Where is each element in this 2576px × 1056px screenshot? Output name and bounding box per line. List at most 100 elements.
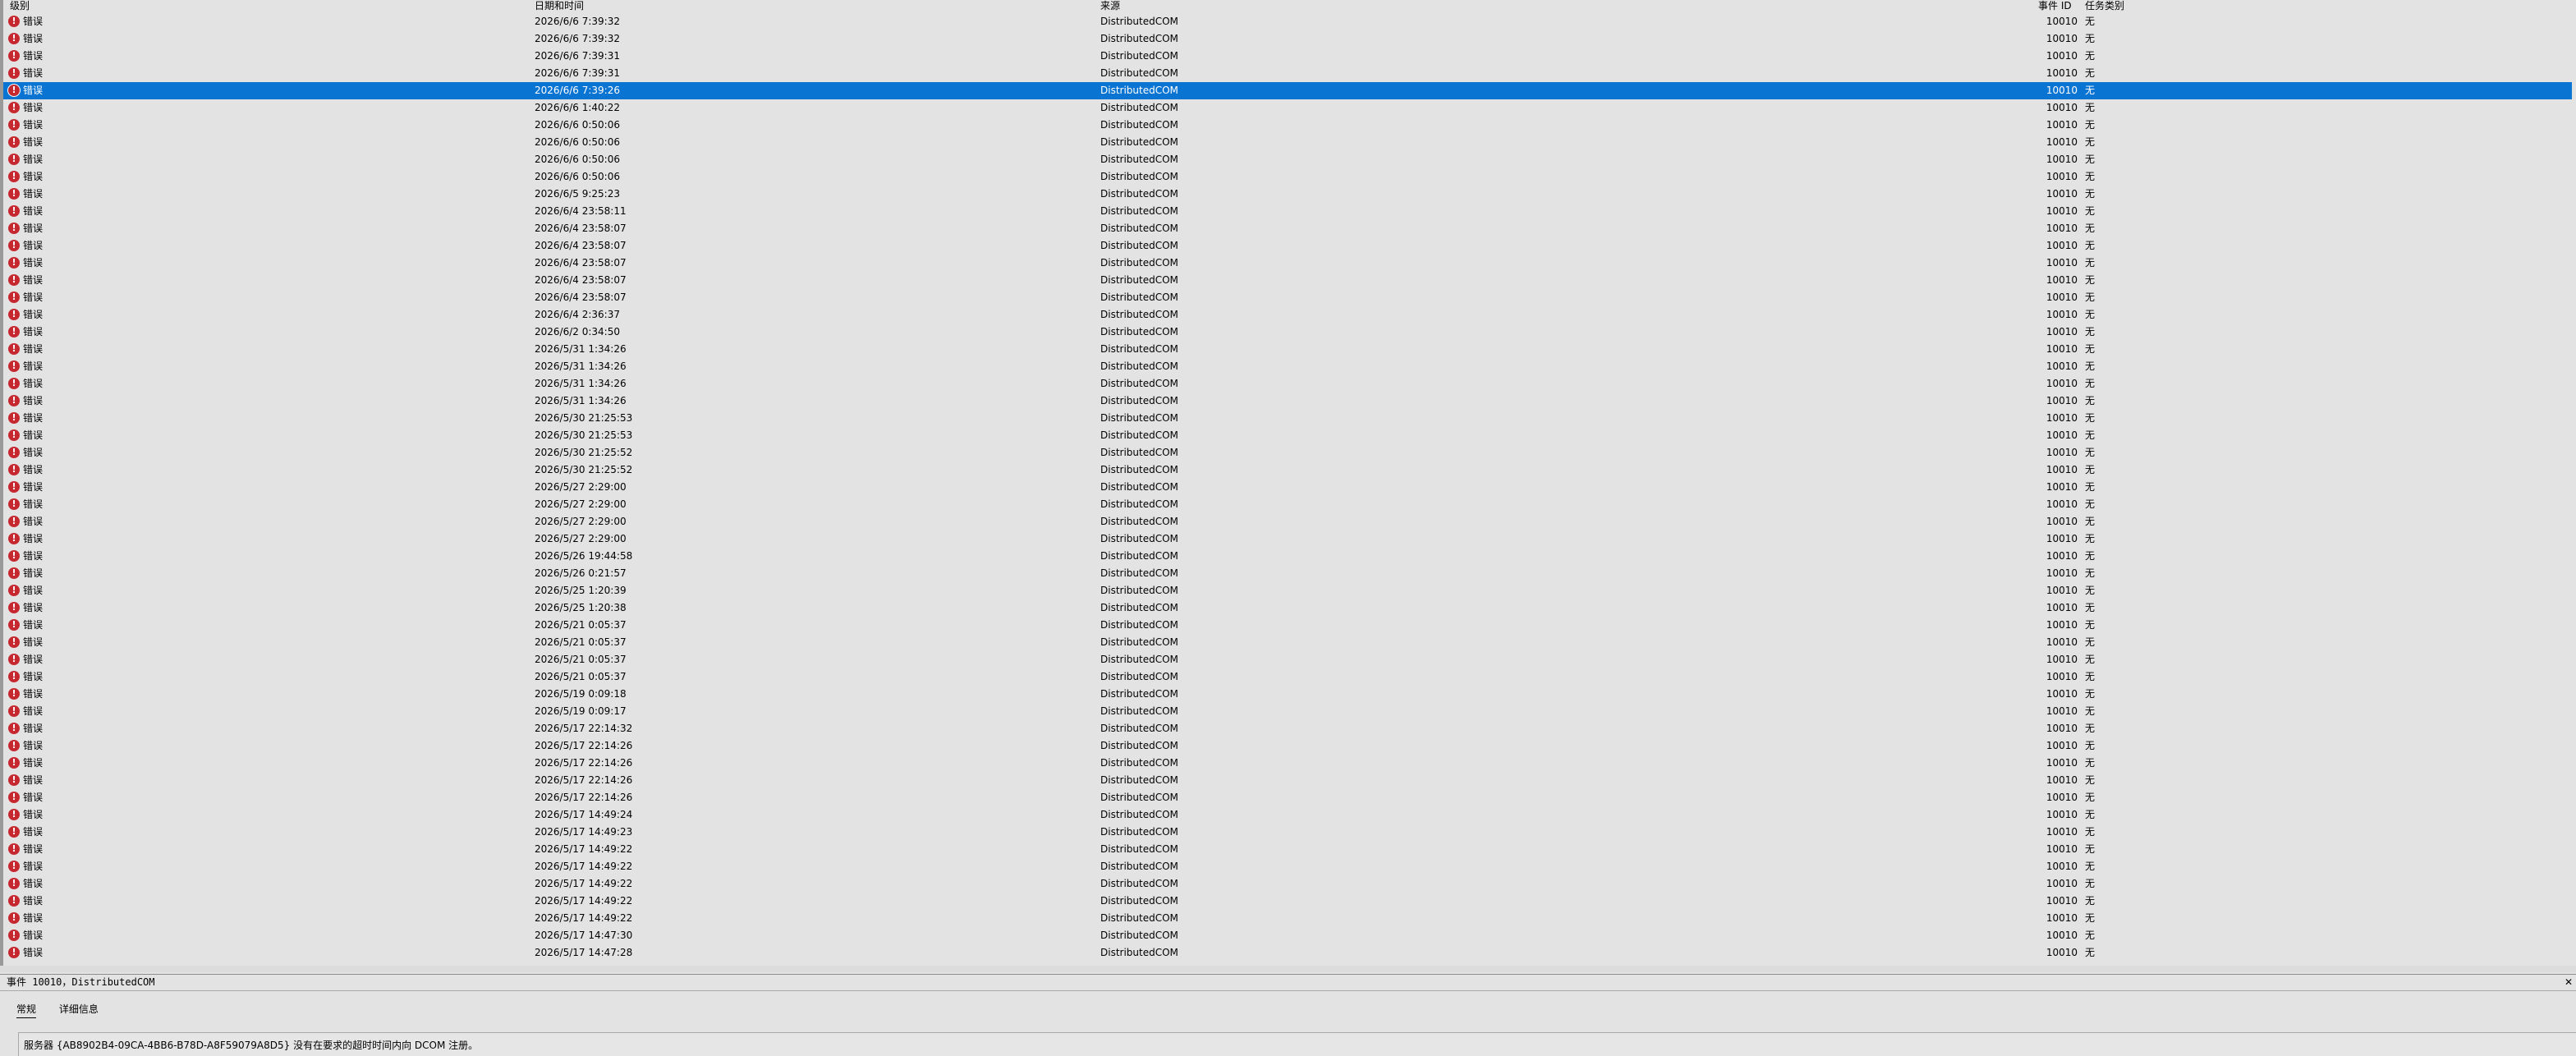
error-icon: !	[8, 498, 20, 510]
cell-event-id: 10010	[2046, 292, 2078, 303]
table-row[interactable]: ! 错误 2026/5/30 21:25:53 DistributedCOM 10010…	[3, 410, 2572, 427]
table-row[interactable]: ! 错误 2026/5/17 22:14:32 DistributedCOM 10010…	[3, 720, 2572, 737]
table-row[interactable]: ! 错误 2026/5/31 1:34:26 DistributedCOM 10010 无	[3, 393, 2572, 410]
cell-date: 2026/5/17 14:47:28	[535, 947, 633, 958]
column-task[interactable]: 任务类别	[2085, 0, 2124, 11]
table-row[interactable]: ! 错误 2026/6/6 7:39:32 DistributedCOM 10010 无	[3, 30, 2572, 48]
table-row[interactable]: ! 错误 2026/5/17 14:49:22 DistributedCOM 10010…	[3, 893, 2572, 910]
cell-level: 错误	[23, 654, 44, 665]
cell-task: 无	[2085, 774, 2096, 786]
message-box[interactable]: 服务器 {AB8902B4-09CA-4BB6-B78D-A8F59079A8D…	[18, 1032, 2576, 1056]
table-row[interactable]: ! 错误 2026/5/17 22:14:26 DistributedCOM 10010…	[3, 737, 2572, 755]
table-row[interactable]: ! 错误 2026/5/17 14:49:22 DistributedCOM 10010…	[3, 858, 2572, 875]
cell-level: 错误	[23, 585, 44, 596]
column-event-id[interactable]: 事件 ID	[2038, 0, 2072, 11]
cell-source: DistributedCOM	[1100, 119, 1178, 131]
table-row[interactable]: ! 错误 2026/6/6 0:50:06 DistributedCOM 10010 无	[3, 168, 2572, 186]
cell-event-id: 10010	[2046, 688, 2078, 700]
horizontal-scrollbar[interactable]	[0, 966, 2576, 972]
table-row[interactable]: ! 错误 2026/5/21 0:05:37 DistributedCOM 10010 无	[3, 634, 2572, 651]
cell-source: DistributedCOM	[1100, 740, 1178, 751]
table-row[interactable]: ! 错误 2026/5/31 1:34:26 DistributedCOM 10010 无	[3, 375, 2572, 393]
table-row[interactable]: ! 错误 2026/5/30 21:25:52 DistributedCOM 10010…	[3, 461, 2572, 479]
tab-general[interactable]: 常规	[16, 1001, 37, 1018]
table-row[interactable]: ! 错误 2026/5/26 19:44:58 DistributedCOM 10010…	[3, 548, 2572, 565]
table-row[interactable]: ! 错误 2026/5/27 2:29:00 DistributedCOM 10010 无	[3, 513, 2572, 530]
table-row[interactable]: ! 错误 2026/5/25 1:20:38 DistributedCOM 10010 无	[3, 599, 2572, 617]
table-row[interactable]: ! 错误 2026/6/4 23:58:07 DistributedCOM 10010 无	[3, 220, 2572, 237]
cell-level: 错误	[23, 171, 44, 182]
cell-date: 2026/6/4 2:36:37	[535, 309, 620, 320]
table-row[interactable]: ! 错误 2026/6/6 7:39:31 DistributedCOM 10010 无	[3, 65, 2572, 82]
table-row[interactable]: ! 错误 2026/5/17 22:14:26 DistributedCOM 10010…	[3, 789, 2572, 806]
table-row[interactable]: ! 错误 2026/5/30 21:25:53 DistributedCOM 10010…	[3, 427, 2572, 444]
table-row[interactable]: ! 错误 2026/6/4 2:36:37 DistributedCOM 10010 无	[3, 306, 2572, 324]
error-icon: !	[8, 154, 20, 165]
table-row[interactable]: ! 错误 2026/6/4 23:58:07 DistributedCOM 10010 无	[3, 272, 2572, 289]
table-row[interactable]: ! 错误 2026/5/19 0:09:18 DistributedCOM 10010 无	[3, 686, 2572, 703]
error-icon: !	[8, 223, 20, 234]
table-row[interactable]: ! 错误 2026/6/4 23:58:07 DistributedCOM 10010 无	[3, 237, 2572, 255]
table-row[interactable]: ! 错误 2026/5/17 14:47:30 DistributedCOM 10010…	[3, 927, 2572, 944]
cell-source: DistributedCOM	[1100, 136, 1178, 148]
table-row[interactable]: ! 错误 2026/5/17 14:49:23 DistributedCOM 10010…	[3, 824, 2572, 841]
cell-event-id: 10010	[2046, 740, 2078, 751]
cell-date: 2026/5/17 22:14:26	[535, 774, 633, 786]
cell-source: DistributedCOM	[1100, 85, 1178, 96]
table-row[interactable]: ! 错误 2026/5/26 0:21:57 DistributedCOM 10010 无	[3, 565, 2572, 582]
table-row[interactable]: ! 错误 2026/5/17 14:49:24 DistributedCOM 10010…	[3, 806, 2572, 824]
table-row[interactable]: ! 错误 2026/6/6 7:39:31 DistributedCOM 10010 无	[3, 48, 2572, 65]
cell-task: 无	[2085, 429, 2096, 441]
table-row[interactable]: ! 错误 2026/6/6 0:50:06 DistributedCOM 10010 无	[3, 151, 2572, 168]
cell-level: 错误	[23, 636, 44, 648]
close-icon[interactable]: ✕	[2565, 975, 2573, 989]
table-row[interactable]: ! 错误 2026/6/6 0:50:06 DistributedCOM 10010 无	[3, 117, 2572, 134]
event-list: 级别 日期和时间 来源 事件 ID 任务类别 ! 错误 2026/6/6 7:39:…	[0, 0, 2576, 972]
table-row[interactable]: ! 错误 2026/5/17 14:47:28 DistributedCOM 10010…	[3, 944, 2572, 962]
table-row[interactable]: ! 错误 2026/6/6 1:40:22 DistributedCOM 10010 无	[3, 99, 2572, 117]
table-row[interactable]: ! 错误 2026/6/6 7:39:32 DistributedCOM 10010 无	[3, 13, 2572, 30]
table-row[interactable]: ! 错误 2026/5/27 2:29:00 DistributedCOM 10010 无	[3, 496, 2572, 513]
table-row[interactable]: ! 错误 2026/5/21 0:05:37 DistributedCOM 10010 无	[3, 651, 2572, 668]
error-icon: !	[8, 67, 20, 79]
column-source[interactable]: 来源	[1100, 0, 1120, 11]
table-row[interactable]: ! 错误 2026/6/6 0:50:06 DistributedCOM 10010 无	[3, 134, 2572, 151]
table-row[interactable]: ! 错误 2026/5/30 21:25:52 DistributedCOM 10010…	[3, 444, 2572, 461]
column-level[interactable]: 级别	[10, 0, 30, 11]
table-row[interactable]: ! 错误 2026/5/21 0:05:37 DistributedCOM 10010 无	[3, 617, 2572, 634]
cell-event-id: 10010	[2046, 723, 2078, 734]
table-row[interactable]: ! 错误 2026/6/2 0:34:50 DistributedCOM 10010 无	[3, 324, 2572, 341]
error-icon: !	[8, 119, 20, 131]
error-icon: !	[8, 930, 20, 941]
table-row[interactable]: ! 错误 2026/5/25 1:20:39 DistributedCOM 10010 无	[3, 582, 2572, 599]
table-row[interactable]: ! 错误 2026/5/31 1:34:26 DistributedCOM 10010 无	[3, 358, 2572, 375]
cell-event-id: 10010	[2046, 447, 2078, 458]
table-row[interactable]: ! 错误 2026/6/6 7:39:26 DistributedCOM 10010 无	[3, 82, 2572, 99]
table-row[interactable]: ! 错误 2026/5/17 22:14:26 DistributedCOM 10010…	[3, 755, 2572, 772]
table-row[interactable]: ! 错误 2026/5/19 0:09:17 DistributedCOM 10010 无	[3, 703, 2572, 720]
cell-event-id: 10010	[2046, 395, 2078, 406]
table-row[interactable]: ! 错误 2026/5/17 22:14:26 DistributedCOM 10010…	[3, 772, 2572, 789]
cell-source: DistributedCOM	[1100, 792, 1178, 803]
table-row[interactable]: ! 错误 2026/5/21 0:05:37 DistributedCOM 10010 无	[3, 668, 2572, 686]
cell-event-id: 10010	[2046, 16, 2078, 27]
error-icon: !	[8, 792, 20, 803]
table-row[interactable]: ! 错误 2026/5/17 14:49:22 DistributedCOM 10010…	[3, 875, 2572, 893]
table-row[interactable]: ! 错误 2026/5/17 14:49:22 DistributedCOM 10010…	[3, 841, 2572, 858]
table-row[interactable]: ! 错误 2026/5/27 2:29:00 DistributedCOM 10010 无	[3, 479, 2572, 496]
cell-level: 错误	[23, 843, 44, 855]
table-row[interactable]: ! 错误 2026/6/4 23:58:07 DistributedCOM 10010 无	[3, 255, 2572, 272]
table-row[interactable]: ! 错误 2026/6/4 23:58:11 DistributedCOM 10010 无	[3, 203, 2572, 220]
cell-task: 无	[2085, 895, 2096, 907]
table-row[interactable]: ! 错误 2026/5/27 2:29:00 DistributedCOM 10010 无	[3, 530, 2572, 548]
table-row[interactable]: ! 错误 2026/6/5 9:25:23 DistributedCOM 10010 无	[3, 186, 2572, 203]
table-row[interactable]: ! 错误 2026/5/31 1:34:26 DistributedCOM 10010 无	[3, 341, 2572, 358]
table-row[interactable]: ! 错误 2026/6/4 23:58:07 DistributedCOM 10010 无	[3, 289, 2572, 306]
cell-date: 2026/5/27 2:29:00	[535, 533, 627, 544]
cell-event-id: 10010	[2046, 50, 2078, 62]
column-date[interactable]: 日期和时间	[535, 0, 584, 11]
cell-task: 无	[2085, 809, 2096, 820]
cell-task: 无	[2085, 85, 2096, 96]
table-row[interactable]: ! 错误 2026/5/17 14:49:22 DistributedCOM 10010…	[3, 910, 2572, 927]
tab-details[interactable]: 详细信息	[59, 1001, 99, 1017]
